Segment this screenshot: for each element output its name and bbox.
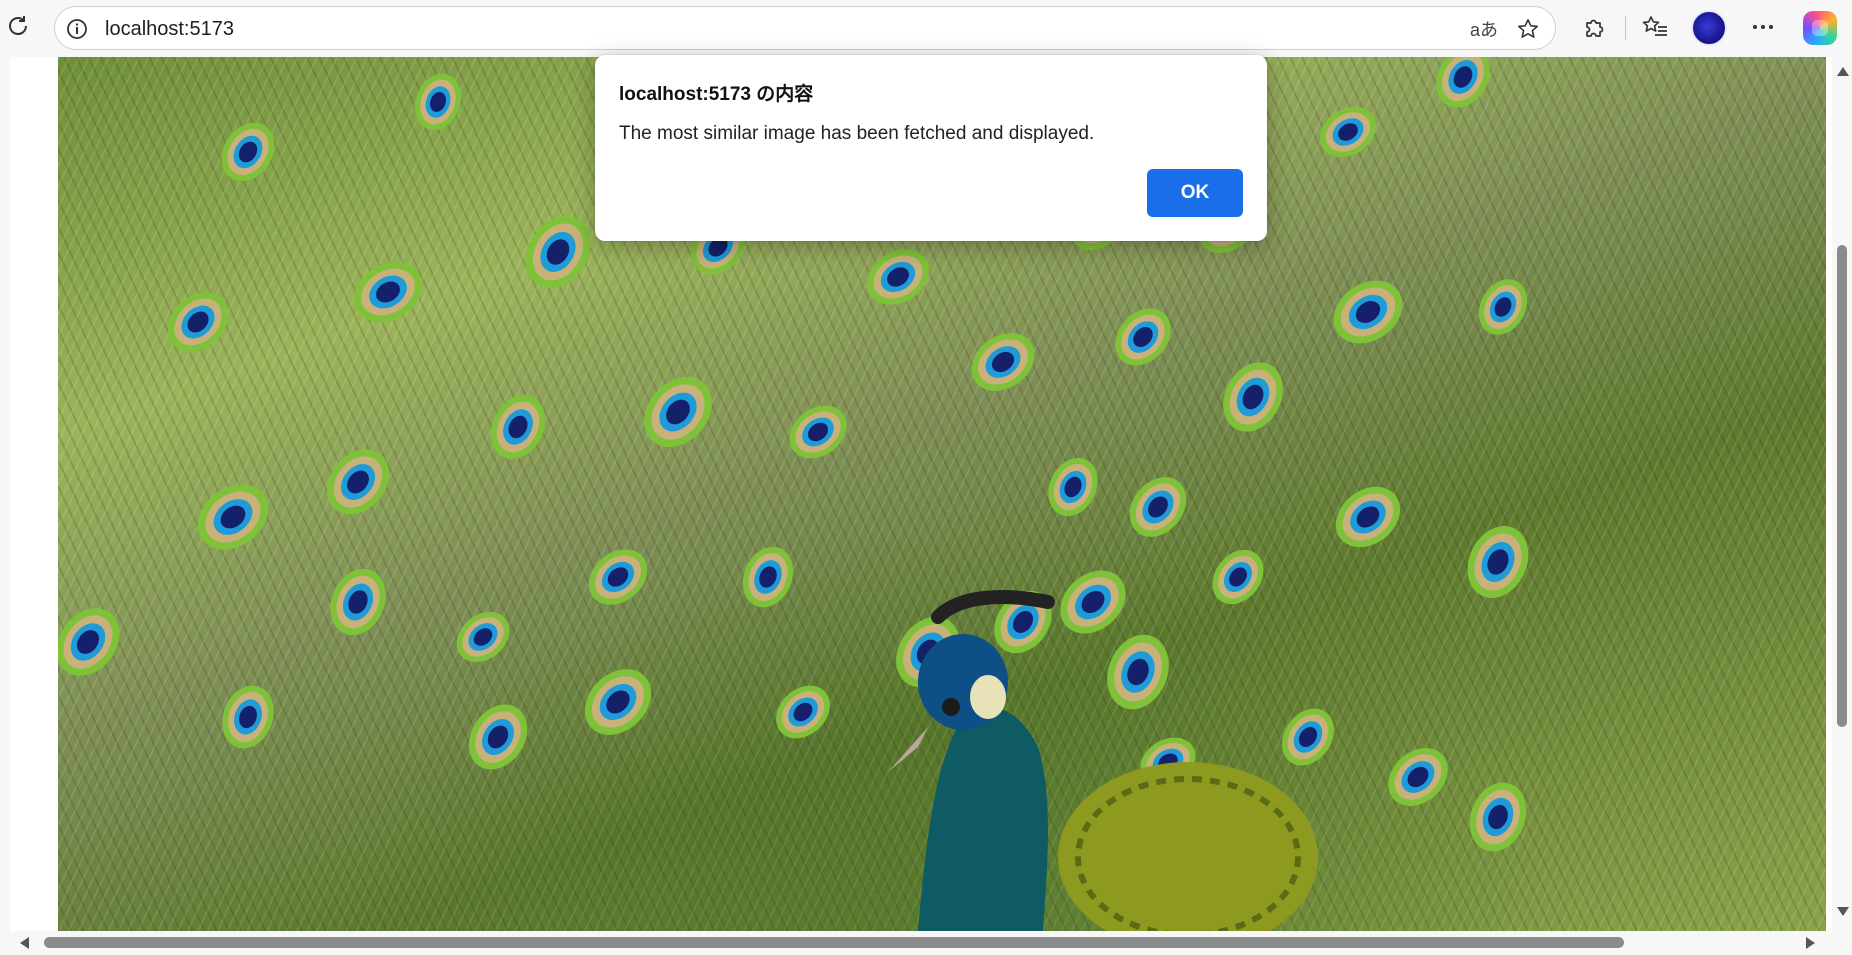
ok-button[interactable]: OK bbox=[1147, 169, 1243, 217]
feather-eye bbox=[197, 484, 269, 550]
scroll-left-icon[interactable] bbox=[20, 937, 29, 949]
dialog-title: localhost:5173 の内容 bbox=[619, 84, 814, 105]
address-bar[interactable]: localhost:5173 aあ bbox=[54, 6, 1556, 50]
feather-eye bbox=[1467, 526, 1529, 598]
vertical-scroll-thumb[interactable] bbox=[1837, 245, 1847, 727]
scroll-up-icon[interactable] bbox=[1837, 67, 1849, 76]
browser-toolbar: localhost:5173 aあ bbox=[0, 0, 1852, 56]
feather-eye bbox=[1107, 634, 1169, 710]
feather-eye bbox=[1048, 457, 1098, 517]
feather-eye bbox=[490, 395, 546, 459]
profile-avatar[interactable] bbox=[1691, 10, 1727, 46]
scroll-down-icon[interactable] bbox=[1837, 907, 1849, 916]
feather-eye bbox=[415, 73, 461, 131]
feather-eye bbox=[588, 549, 648, 605]
feather-eye bbox=[1060, 570, 1126, 634]
vertical-scrollbar[interactable] bbox=[1832, 57, 1852, 931]
feather-eye bbox=[644, 376, 712, 448]
alert-dialog: localhost:5173 の内容 The most similar imag… bbox=[595, 55, 1267, 241]
feather-eye bbox=[1319, 106, 1377, 158]
favorites-icon[interactable] bbox=[1640, 12, 1670, 42]
toolbar-separator bbox=[1625, 16, 1626, 40]
scroll-right-icon[interactable] bbox=[1806, 937, 1815, 949]
feather-eye bbox=[1129, 477, 1187, 537]
feather-eye bbox=[1115, 308, 1171, 366]
feather-eye bbox=[354, 261, 422, 323]
feather-eye bbox=[1212, 549, 1264, 605]
feather-eye bbox=[789, 405, 847, 459]
feather-eye bbox=[776, 685, 830, 739]
info-icon[interactable] bbox=[65, 17, 89, 41]
feather-eye bbox=[167, 292, 229, 352]
feather-eye bbox=[1333, 280, 1403, 344]
feather-eye bbox=[456, 611, 510, 663]
horizontal-scroll-thumb[interactable] bbox=[44, 937, 1624, 948]
feather-eye bbox=[584, 669, 652, 735]
feather-eye bbox=[1335, 486, 1401, 548]
dialog-message: The most similar image has been fetched … bbox=[619, 123, 1095, 144]
translate-icon[interactable]: aあ bbox=[1469, 17, 1499, 41]
feather-eye bbox=[1282, 708, 1334, 766]
horizontal-scrollbar[interactable] bbox=[10, 931, 1832, 955]
feather-eye bbox=[1223, 362, 1283, 432]
feather-eye bbox=[330, 568, 386, 636]
feather-eye bbox=[867, 249, 929, 305]
feather-eye bbox=[525, 215, 591, 289]
feather-eye bbox=[1388, 748, 1448, 806]
feather-eye bbox=[326, 449, 390, 515]
feather-eye bbox=[1436, 57, 1490, 108]
address-url[interactable]: localhost:5173 bbox=[105, 18, 234, 41]
feather-eye bbox=[222, 685, 274, 749]
reload-icon[interactable] bbox=[4, 12, 32, 40]
feather-eye bbox=[468, 704, 528, 770]
more-icon[interactable] bbox=[1748, 12, 1778, 42]
feather-eye bbox=[971, 333, 1035, 391]
puzzle-icon[interactable] bbox=[1580, 12, 1610, 42]
star-icon[interactable] bbox=[1515, 16, 1541, 42]
feather-eye bbox=[742, 546, 794, 608]
copilot-icon[interactable] bbox=[1803, 11, 1837, 45]
feather-eye bbox=[1478, 279, 1528, 335]
feather-eye bbox=[58, 608, 120, 676]
feather-eye bbox=[1469, 782, 1527, 852]
feather-eye bbox=[221, 122, 275, 182]
